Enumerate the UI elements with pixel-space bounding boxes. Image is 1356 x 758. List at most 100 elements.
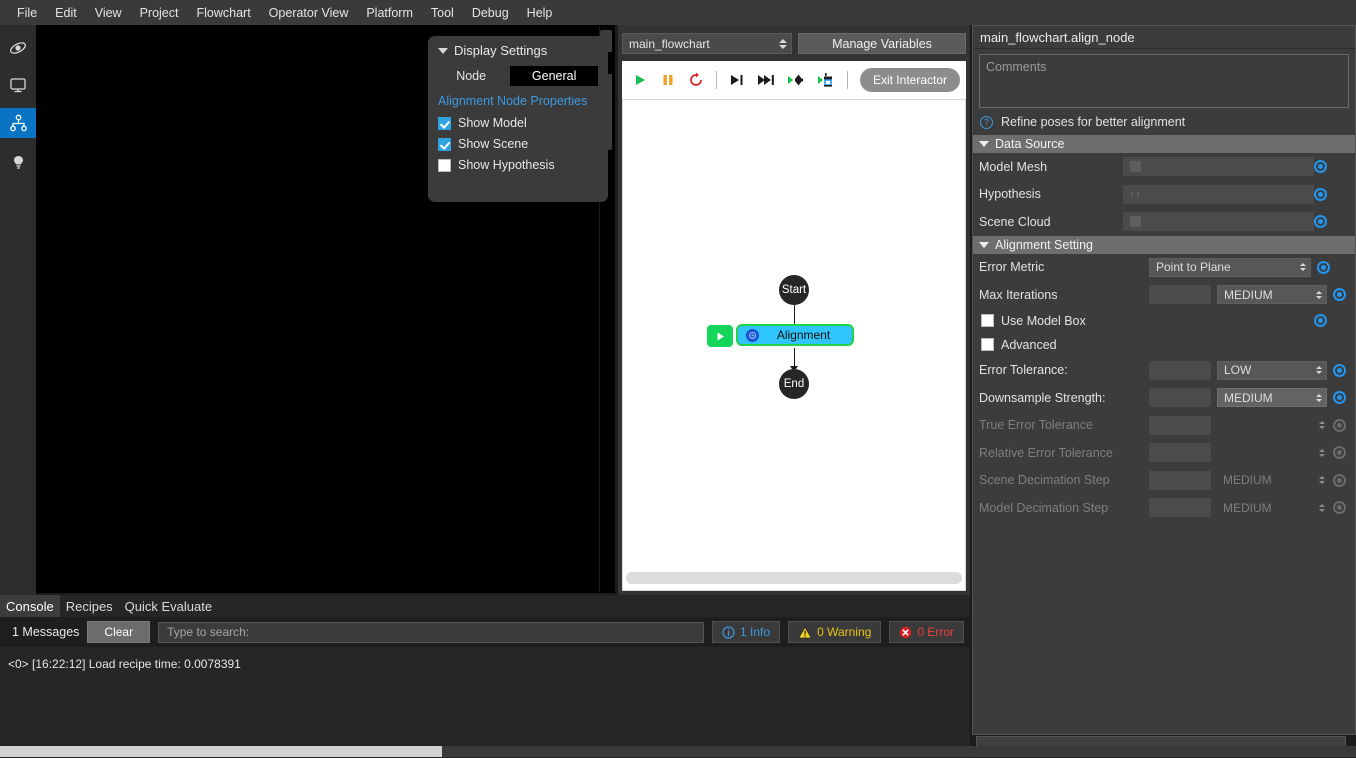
property-label-scene-decimation-step: Scene Decimation Step <box>979 473 1110 488</box>
filter-info-button[interactable]: 1 Info <box>712 621 781 643</box>
property-select-error-tolerance[interactable]: LOW <box>1217 360 1327 380</box>
menu-item-flowchart[interactable]: Flowchart <box>187 3 259 23</box>
property-row-relative-error-tolerance: Relative Error Tolerance <box>973 439 1355 467</box>
tab-recipes[interactable]: Recipes <box>60 595 119 617</box>
menu-item-platform[interactable]: Platform <box>357 3 422 23</box>
node-tab-label[interactable]: Node <box>438 69 504 83</box>
tab-console[interactable]: Console <box>0 595 60 617</box>
rail-button-flowchart[interactable] <box>0 108 36 138</box>
property-input-error-tolerance[interactable] <box>1149 360 1211 380</box>
help-icon[interactable]: ? <box>980 115 993 129</box>
bind-target-icon-error-metric[interactable] <box>1317 260 1330 274</box>
property-input-hypothesis[interactable]: ‹ › <box>1123 184 1314 204</box>
comments-textarea[interactable]: Comments <box>979 54 1349 108</box>
menu-item-view[interactable]: View <box>86 3 131 23</box>
section-header-data-source[interactable]: Data Source <box>973 135 1355 153</box>
bind-target-icon-max-iterations[interactable] <box>1333 288 1346 302</box>
exit-interactor-button[interactable]: Exit Interactor <box>859 68 960 92</box>
property-input-scene-decimation-step <box>1149 470 1211 490</box>
filter-error-button[interactable]: 0 Error <box>889 621 964 643</box>
checkbox-show-hypothesis[interactable] <box>438 158 451 172</box>
checkbox-row-show-scene[interactable]: Show Scene <box>438 137 598 151</box>
property-label-model-mesh: Model Mesh <box>979 159 1048 174</box>
display-settings-header[interactable]: Display Settings <box>438 43 598 58</box>
display-settings-node-row: Node General <box>438 66 598 86</box>
chevron-updown-icon <box>1319 503 1325 512</box>
console-search-input[interactable]: Type to search: <box>158 621 705 643</box>
checkbox-use-model-box[interactable] <box>981 314 994 327</box>
bind-target-icon-scene-cloud[interactable] <box>1314 215 1327 229</box>
bind-target-icon-hypothesis[interactable] <box>1314 187 1327 201</box>
console-panel: Console Recipes Quick Evaluate 1 Message… <box>0 595 970 758</box>
flowchart-canvas[interactable]: Start Alignment End <box>622 99 966 591</box>
checkbox-row-show-model[interactable]: Show Model <box>438 116 598 130</box>
property-input-model-mesh[interactable] <box>1123 157 1314 177</box>
console-log-line: <0> [16:22:12] Load recipe time: 0.00783… <box>8 657 241 671</box>
bottom-scrollbar-thumb[interactable] <box>0 746 442 757</box>
menu-item-debug[interactable]: Debug <box>463 3 518 23</box>
property-row-model-mesh: Model Mesh <box>973 153 1355 181</box>
flowchart-node-end[interactable]: End <box>779 369 809 399</box>
play-button[interactable] <box>632 69 648 91</box>
reload-button[interactable] <box>688 69 704 91</box>
property-value-model-decimation-step: MEDIUM <box>1223 500 1272 515</box>
menu-item-operator-view[interactable]: Operator View <box>260 3 358 23</box>
tab-quick-evaluate[interactable]: Quick Evaluate <box>119 595 218 617</box>
chevron-updown-icon <box>1319 476 1325 485</box>
step-to-node-button[interactable] <box>787 69 805 91</box>
menu-item-tool[interactable]: Tool <box>422 3 463 23</box>
pause-button[interactable] <box>660 69 676 91</box>
menu-item-file[interactable]: File <box>8 3 46 23</box>
alignment-node-icon <box>746 328 759 342</box>
chevron-down-icon <box>979 241 989 248</box>
rail-button-monitor[interactable] <box>0 71 36 99</box>
checkbox-show-model[interactable] <box>438 116 451 130</box>
flowchart-node-start[interactable]: Start <box>779 275 809 305</box>
property-input-scene-cloud[interactable] <box>1123 212 1314 232</box>
flowchart-horizontal-scrollbar[interactable] <box>626 572 962 584</box>
property-row-downsample-strength: Downsample Strength: MEDIUM <box>973 384 1355 412</box>
flowchart-run-node-badge[interactable] <box>707 325 733 347</box>
bind-target-icon-downsample-strength[interactable] <box>1333 391 1346 405</box>
manage-variables-button[interactable]: Manage Variables <box>798 33 966 54</box>
cloud-placeholder-icon <box>1130 216 1142 228</box>
orbit-view-icon <box>9 39 27 57</box>
property-label-error-metric: Error Metric <box>979 260 1045 275</box>
menu-item-edit[interactable]: Edit <box>46 3 86 23</box>
chevron-updown-icon <box>1316 290 1322 299</box>
property-select-error-metric[interactable]: Point to Plane <box>1149 257 1311 277</box>
menu-item-project[interactable]: Project <box>131 3 188 23</box>
run-to-interactor-button[interactable] <box>817 69 835 91</box>
alignment-node-properties-link[interactable]: Alignment Node Properties <box>438 93 598 109</box>
step-into-button[interactable] <box>729 69 745 91</box>
checkbox-row-use-model-box[interactable]: Use Model Box <box>979 309 1086 333</box>
info-icon <box>722 625 735 639</box>
chevron-down-icon <box>979 141 989 147</box>
property-label-model-decimation-step: Model Decimation Step <box>979 500 1109 515</box>
menu-item-help[interactable]: Help <box>518 3 562 23</box>
property-input-downsample-strength[interactable] <box>1149 388 1211 408</box>
property-row-advanced: Advanced <box>973 333 1355 357</box>
property-select-max-iterations[interactable]: MEDIUM <box>1217 285 1327 305</box>
checkbox-row-show-hypothesis[interactable]: Show Hypothesis <box>438 158 598 172</box>
clear-button[interactable]: Clear <box>87 621 151 643</box>
filter-warning-button[interactable]: 0 Warning <box>788 621 882 643</box>
chevron-updown-icon <box>1316 366 1322 375</box>
display-settings-title: Display Settings <box>454 43 548 58</box>
general-tab-button[interactable]: General <box>510 66 598 86</box>
section-header-alignment-setting[interactable]: Alignment Setting <box>973 235 1355 254</box>
checkbox-advanced[interactable] <box>981 338 994 351</box>
property-select-downsample-strength[interactable]: MEDIUM <box>1217 388 1327 408</box>
checkbox-show-scene[interactable] <box>438 137 451 151</box>
bind-target-icon-model-mesh[interactable] <box>1314 160 1327 174</box>
flowchart-node-alignment[interactable]: Alignment <box>736 324 854 346</box>
bind-target-icon-error-tolerance[interactable] <box>1333 363 1346 377</box>
property-input-true-error-tolerance <box>1149 415 1211 435</box>
property-input-max-iterations[interactable] <box>1149 285 1211 305</box>
step-over-button[interactable] <box>757 69 775 91</box>
bind-target-icon-use-model-box[interactable] <box>1314 314 1327 327</box>
checkbox-row-advanced[interactable]: Advanced <box>979 333 1057 357</box>
rail-button-orbit-view[interactable] <box>0 34 36 62</box>
rail-button-lightbulb[interactable] <box>0 148 36 176</box>
flowchart-selector[interactable]: main_flowchart <box>622 33 792 54</box>
